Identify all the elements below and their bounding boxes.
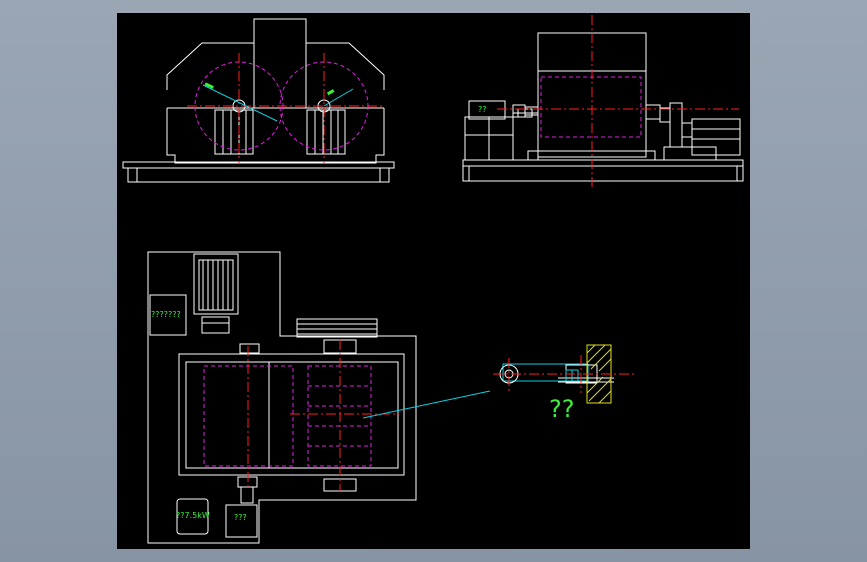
left-bearing-pedestal (214, 109, 254, 155)
cad-drawing-viewport[interactable]: ?? ??????? ??7.5kW ??? ?? (117, 13, 750, 549)
side-panel-label: ?? (478, 105, 487, 114)
detail-callout-label: ?? (549, 395, 575, 423)
front-view (122, 18, 395, 183)
plan-top-box-label: ??????? (151, 310, 181, 319)
side-view (462, 15, 744, 188)
plan-bottom-box-label: ??? (234, 513, 247, 522)
roll-body-hidden (540, 76, 642, 138)
right-bearing-pedestal (306, 109, 346, 155)
plan-view (147, 251, 491, 544)
plan-cover (296, 318, 378, 338)
plan-motor (193, 253, 239, 334)
plan-motor-box-label: ??7.5kW (176, 511, 210, 520)
drawing-canvas (122, 15, 744, 544)
